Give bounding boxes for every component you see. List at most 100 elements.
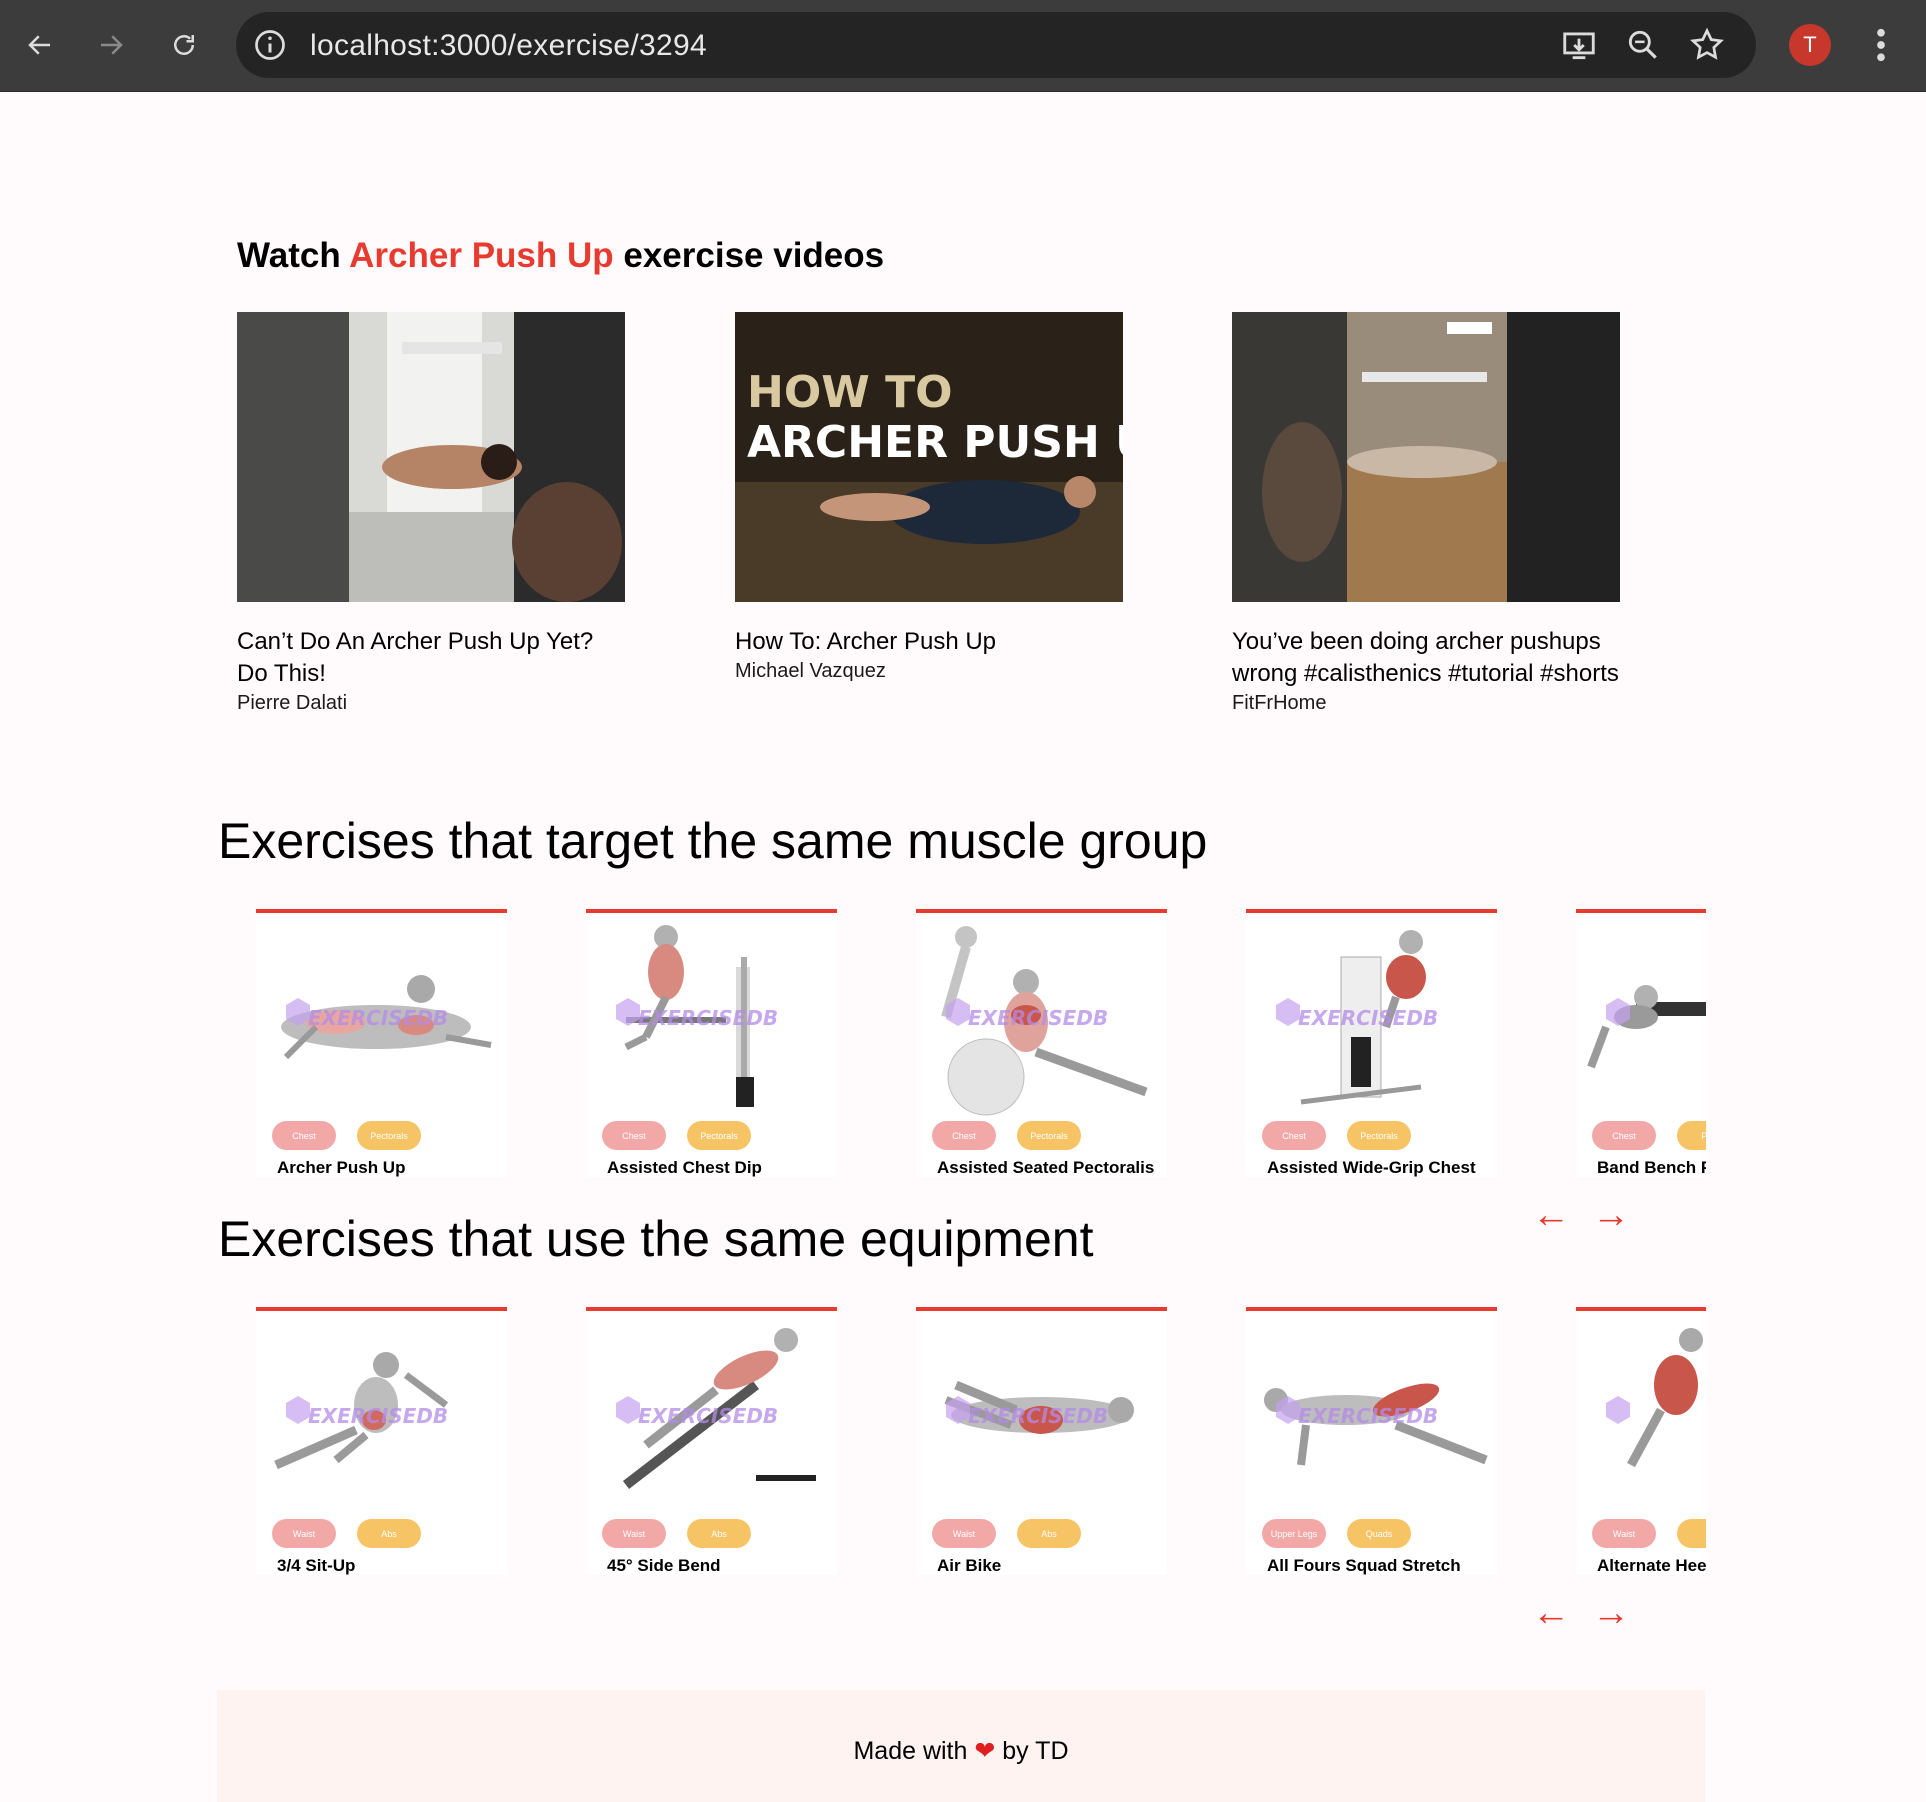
body-part-badge[interactable]: Waist <box>932 1519 996 1548</box>
exercise-illustration <box>1587 985 1706 1069</box>
equipment-next-arrow[interactable]: → <box>1592 1594 1630 1632</box>
exercise-illustration: EXERCISEDB <box>1264 1383 1488 1466</box>
exercise-name[interactable]: Alternate Heel <box>1597 1556 1706 1576</box>
exercise-name[interactable]: 45° Side Bend <box>607 1556 721 1576</box>
body-part-badge[interactable]: Upper Legs <box>1262 1519 1326 1548</box>
video-card[interactable]: Can’t Do An Archer Push Up Yet? Do This!… <box>237 312 625 715</box>
exercise-card[interactable]: Chest Pec Band Bench P <box>1576 909 1706 1177</box>
exercise-name[interactable]: 3/4 Sit-Up <box>277 1556 355 1576</box>
forward-button[interactable] <box>88 22 134 68</box>
video-title[interactable]: Can’t Do An Archer Push Up Yet? Do This! <box>237 626 625 690</box>
exercise-card[interactable]: EXERCISEDB Chest Pectorals Assisted Ches… <box>586 909 837 1177</box>
browser-toolbar: localhost:3000/exercise/3294 T <box>0 0 1926 92</box>
watermark-text: EXERCISEDB <box>638 1404 778 1428</box>
exercise-card[interactable]: EXERCISEDB Chest Pectorals Assisted Seat… <box>916 909 1167 1177</box>
target-badge[interactable]: Abs <box>357 1519 421 1548</box>
target-badge[interactable]: Abs <box>1017 1519 1081 1548</box>
watermark-text: EXERCISEDB <box>968 1006 1108 1030</box>
exercise-card[interactable]: EXERCISEDB Chest Pectorals Archer Push U… <box>256 909 507 1177</box>
video-thumbnail[interactable]: HOW TO ARCHER PUSH UP <box>735 312 1123 602</box>
exercise-card[interactable]: EXERCISEDB Waist Abs Air Bike <box>916 1307 1167 1575</box>
exercise-illustration: EXERCISEDB <box>944 1380 1134 1434</box>
video-card[interactable]: You’ve been doing archer pushups wrong #… <box>1232 312 1620 715</box>
footer-text-after: by TD <box>1002 1737 1069 1765</box>
thumbnail-overlay-line1: HOW TO <box>747 367 953 418</box>
video-card[interactable]: HOW TO ARCHER PUSH UP How To: Archer Pus… <box>735 312 1123 683</box>
exercise-card[interactable]: EXERCISEDB Waist Abs 45° Side Bend <box>586 1307 837 1575</box>
watermark-text: EXERCISEDB <box>1298 1404 1438 1428</box>
exercise-card[interactable]: EXERCISEDB Upper Legs Quads All Fours Sq… <box>1246 1307 1497 1575</box>
exercise-illustration: EXERCISEDB <box>1276 930 1438 1105</box>
exercise-illustration: EXERCISEDB <box>274 1352 448 1470</box>
zoom-icon[interactable] <box>1624 26 1662 64</box>
watermark-logo-icon <box>616 1396 640 1424</box>
arrow-left-icon <box>28 35 50 55</box>
muscle-carousel[interactable]: EXERCISEDB Chest Pectorals Archer Push U… <box>256 909 1706 1179</box>
equipment-prev-arrow[interactable]: ← <box>1532 1594 1570 1632</box>
body-part-badge[interactable]: Waist <box>272 1519 336 1548</box>
address-bar[interactable]: localhost:3000/exercise/3294 <box>236 12 1756 78</box>
target-badge[interactable]: Pectorals <box>687 1121 751 1150</box>
profile-avatar[interactable]: T <box>1789 24 1831 66</box>
target-badge[interactable]: Pec <box>1677 1121 1706 1150</box>
watermark-text: EXERCISEDB <box>308 1404 448 1428</box>
body-part-badge[interactable]: Chest <box>1592 1121 1656 1150</box>
exercise-name[interactable]: All Fours Squad Stretch <box>1267 1556 1461 1576</box>
bookmark-star-icon[interactable] <box>1688 26 1726 64</box>
body-part-badge[interactable]: Waist <box>1592 1519 1656 1548</box>
arrow-right-icon <box>101 35 123 55</box>
exercise-name[interactable]: Assisted Wide-Grip Chest <box>1267 1158 1476 1178</box>
exercise-illustration: EXERCISEDB <box>281 975 492 1060</box>
exercise-name[interactable]: Archer Push Up <box>277 1158 405 1178</box>
watermark-text: EXERCISEDB <box>968 1404 1108 1428</box>
target-badge[interactable]: A <box>1677 1519 1706 1548</box>
reload-button[interactable] <box>161 22 207 68</box>
exercise-card[interactable]: EXERCISEDB Waist Abs 3/4 Sit-Up <box>256 1307 507 1575</box>
exercise-name[interactable]: Assisted Chest Dip <box>607 1158 762 1178</box>
watermark-logo-icon <box>1606 1396 1630 1424</box>
install-app-icon[interactable] <box>1560 26 1598 64</box>
exercise-name[interactable]: Band Bench P <box>1597 1158 1706 1178</box>
exercise-illustration: EXERCISEDB <box>616 1328 816 1489</box>
video-thumbnail[interactable] <box>1232 312 1620 602</box>
exercise-card[interactable]: Waist A Alternate Heel <box>1576 1307 1706 1575</box>
video-title[interactable]: You’ve been doing archer pushups wrong #… <box>1232 626 1620 690</box>
video-thumbnail[interactable] <box>237 312 625 602</box>
body-part-badge[interactable]: Chest <box>272 1121 336 1150</box>
target-badge[interactable]: Abs <box>687 1519 751 1548</box>
body-part-badge[interactable]: Waist <box>602 1519 666 1548</box>
more-menu-icon[interactable] <box>1866 24 1896 66</box>
watermark-logo-icon <box>286 1396 310 1424</box>
exercise-name[interactable]: Air Bike <box>937 1556 1001 1576</box>
watermark-text: EXERCISEDB <box>638 1006 778 1030</box>
reload-icon <box>174 35 194 55</box>
video-title[interactable]: How To: Archer Push Up <box>735 626 1123 658</box>
url-text[interactable]: localhost:3000/exercise/3294 <box>310 29 707 63</box>
videos-heading-prefix: Watch <box>237 236 341 275</box>
footer-text: Made with ❤ by TD <box>217 1736 1705 1766</box>
target-badge[interactable]: Pectorals <box>357 1121 421 1150</box>
footer: Made with ❤ by TD <box>217 1690 1705 1802</box>
exercise-card[interactable]: EXERCISEDB Chest Pectorals Assisted Wide… <box>1246 909 1497 1177</box>
muscle-section-title: Exercises that target the same muscle gr… <box>218 813 1208 869</box>
body-part-badge[interactable]: Chest <box>602 1121 666 1150</box>
videos-heading-exercise-name: Archer Push Up <box>349 236 614 275</box>
info-icon[interactable] <box>252 27 288 63</box>
watermark-text: EXERCISEDB <box>1298 1006 1438 1030</box>
watermark-text: EXERCISEDB <box>308 1006 448 1030</box>
video-channel: Michael Vazquez <box>735 660 886 682</box>
exercise-name[interactable]: Assisted Seated Pectoralis <box>937 1158 1154 1178</box>
muscle-next-arrow[interactable]: → <box>1592 1196 1630 1234</box>
muscle-prev-arrow[interactable]: ← <box>1532 1196 1570 1234</box>
target-badge[interactable]: Quads <box>1347 1519 1411 1548</box>
body-part-badge[interactable]: Chest <box>1262 1121 1326 1150</box>
back-button[interactable] <box>17 22 63 68</box>
footer-text-before: Made with <box>853 1737 968 1765</box>
video-channel: Pierre Dalati <box>237 692 348 714</box>
target-badge[interactable]: Pectorals <box>1347 1121 1411 1150</box>
equipment-carousel[interactable]: EXERCISEDB Waist Abs 3/4 Sit-Up EXERCISE… <box>256 1307 1706 1577</box>
body-part-badge[interactable]: Chest <box>932 1121 996 1150</box>
videos-heading: Watch Archer Push Up exercise videos <box>237 236 884 276</box>
target-badge[interactable]: Pectorals <box>1017 1121 1081 1150</box>
watermark-logo-icon <box>1276 998 1300 1026</box>
